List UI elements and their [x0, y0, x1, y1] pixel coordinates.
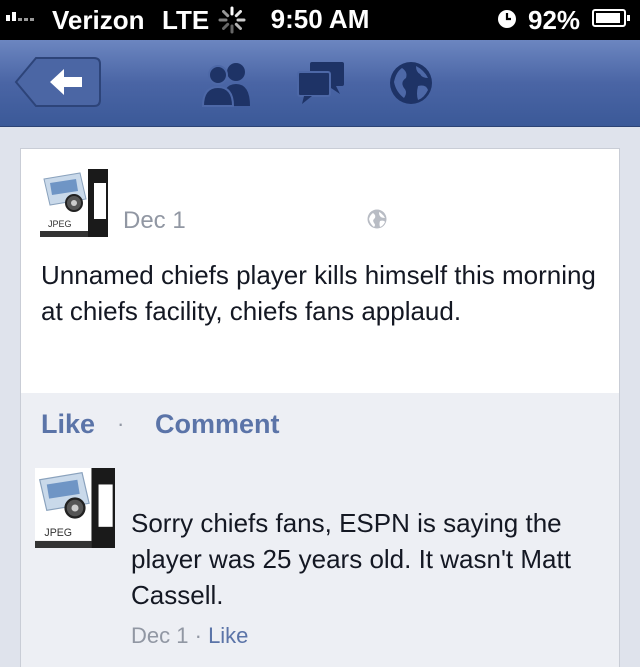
jpeg-file-icon: JPEG [35, 468, 115, 548]
comment-button[interactable]: Comment [155, 409, 280, 440]
back-button[interactable] [14, 56, 102, 108]
commenter-avatar[interactable]: JPEG [35, 468, 115, 548]
comment-date[interactable]: Dec 1 [131, 623, 188, 648]
battery-percentage: 92% [528, 5, 581, 35]
comment-message: Sorry chiefs fans, ESPN is saying the pl… [131, 508, 571, 610]
comment-meta-separator: · [194, 623, 202, 648]
navigation-bar [0, 40, 640, 127]
status-bar: Verizon LTE 9:50 AM 92% [0, 0, 640, 40]
action-separator: · [117, 411, 125, 436]
comment-meta: Dec 1 · Like [131, 623, 248, 649]
avatar-jpeg-label: JPEG [44, 527, 72, 539]
post-card: JPEG Dec 1 Unnamed chiefs player kills h… [20, 148, 620, 393]
battery-icon [592, 9, 630, 27]
post-author-avatar[interactable]: JPEG [40, 169, 108, 237]
comment-like-button[interactable]: Like [208, 623, 248, 648]
notifications-globe-icon[interactable] [388, 60, 434, 106]
back-arrow-icon [14, 57, 101, 107]
avatar-jpeg-label: JPEG [48, 219, 72, 229]
post-actions-panel: Like · Comment JPEG Sorry chiefs fans, E… [20, 393, 620, 667]
post-message: Unnamed chiefs player kills himself this… [41, 260, 596, 326]
alarm-clock-icon [498, 10, 516, 28]
public-globe-icon [367, 209, 387, 229]
messages-icon[interactable] [296, 60, 346, 106]
like-button[interactable]: Like [41, 409, 95, 440]
post-date[interactable]: Dec 1 [123, 207, 186, 235]
friend-requests-icon[interactable] [200, 60, 254, 108]
jpeg-file-icon: JPEG [40, 169, 108, 237]
